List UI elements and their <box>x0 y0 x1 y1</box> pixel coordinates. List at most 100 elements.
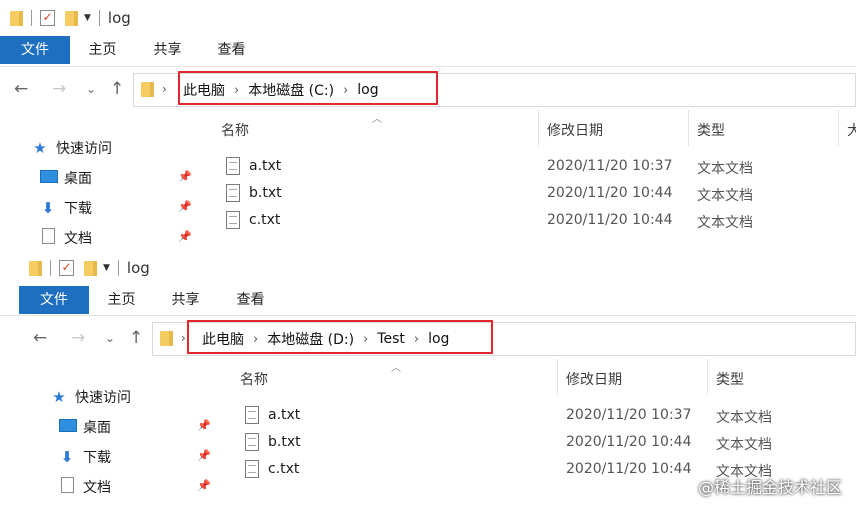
file-row[interactable]: c.txt <box>226 211 280 229</box>
column-header-date[interactable]: 修改日期 <box>547 120 603 140</box>
new-folder-icon[interactable] <box>65 10 78 26</box>
nav-item-label: 下载 <box>64 201 92 217</box>
nav-item-documents[interactable]: 文档 <box>59 477 111 497</box>
column-header-name[interactable]: 名称 <box>221 120 249 140</box>
file-name: b.txt <box>268 434 301 450</box>
back-arrow-icon[interactable]: ← <box>33 328 47 348</box>
customize-dropdown-icon[interactable]: ▼ <box>103 263 110 273</box>
pin-icon[interactable]: 📌 <box>197 479 211 492</box>
tab-view[interactable]: 查看 <box>204 36 259 64</box>
document-icon <box>60 477 74 493</box>
text-file-icon <box>245 406 259 424</box>
text-file-icon <box>226 211 240 229</box>
download-arrow-icon: ⬇ <box>41 199 55 217</box>
file-name: c.txt <box>249 212 281 228</box>
column-divider[interactable] <box>707 359 708 395</box>
properties-check-icon[interactable]: ✓ <box>40 10 55 26</box>
file-type: 文本文档 <box>716 437 772 453</box>
column-header-name[interactable]: 名称 <box>240 369 268 389</box>
folder-icon <box>141 82 154 97</box>
file-date: 2020/11/20 10:44 <box>547 185 673 201</box>
highlight-box <box>178 71 438 105</box>
desktop-icon <box>59 418 77 432</box>
text-file-icon <box>245 460 259 478</box>
tab-home[interactable]: 主页 <box>94 286 149 314</box>
ribbon-tabs: 文件 主页 共享 查看 <box>0 36 856 64</box>
nav-item-label: 快速访问 <box>56 141 112 157</box>
file-name: a.txt <box>249 158 282 174</box>
pin-icon[interactable]: 📌 <box>178 170 192 183</box>
tab-file[interactable]: 文件 <box>0 36 70 64</box>
file-row[interactable]: b.txt <box>226 184 282 202</box>
nav-item-label: 文档 <box>64 231 92 247</box>
file-date: 2020/11/20 10:44 <box>566 434 692 450</box>
file-row[interactable]: a.txt <box>245 406 300 424</box>
toolbar-separator <box>98 10 100 26</box>
column-divider[interactable] <box>557 359 558 395</box>
column-divider[interactable] <box>538 110 539 146</box>
navigation-pane: ★ 快速访问 桌面 📌 ⬇ 下载 📌 文档 📌 <box>32 138 202 250</box>
file-type: 文本文档 <box>697 215 753 231</box>
forward-arrow-icon[interactable]: → <box>71 328 85 348</box>
toolbar-separator <box>31 10 32 26</box>
tab-share[interactable]: 共享 <box>140 36 195 64</box>
nav-item-desktop[interactable]: 桌面 <box>40 168 92 188</box>
ribbon-tabs: 文件 主页 共享 查看 <box>0 286 856 314</box>
nav-item-downloads[interactable]: ⬇ 下载 <box>40 198 92 218</box>
quick-access-toolbar: ✓ ▼ log <box>10 0 131 36</box>
tab-share[interactable]: 共享 <box>158 286 213 314</box>
file-type: 文本文档 <box>697 188 753 204</box>
explorer-window-c-drive: ✓ ▼ log 文件 主页 共享 查看 ← → ⌄ ↑ › 此电脑 › 本地磁盘… <box>0 0 856 250</box>
column-divider[interactable] <box>688 110 689 146</box>
up-arrow-icon[interactable]: ↑ <box>129 328 143 348</box>
nav-item-quick-access[interactable]: ★ 快速访问 <box>51 387 131 407</box>
properties-check-icon[interactable]: ✓ <box>59 260 74 276</box>
text-file-icon <box>226 157 240 175</box>
text-file-icon <box>226 184 240 202</box>
sort-ascending-caret-icon: ︿ <box>372 114 382 125</box>
file-type: 文本文档 <box>716 410 772 426</box>
chevron-right-icon: › <box>162 82 167 96</box>
tab-file[interactable]: 文件 <box>19 286 89 314</box>
file-row[interactable]: a.txt <box>226 157 281 175</box>
tab-view[interactable]: 查看 <box>223 286 278 314</box>
folder-icon <box>160 331 173 346</box>
nav-item-label: 文档 <box>83 480 111 496</box>
nav-item-downloads[interactable]: ⬇ 下载 <box>59 447 111 467</box>
new-folder-icon[interactable] <box>84 260 97 276</box>
up-arrow-icon[interactable]: ↑ <box>110 79 124 99</box>
file-row[interactable]: c.txt <box>245 460 299 478</box>
forward-arrow-icon[interactable]: → <box>52 79 66 99</box>
nav-item-documents[interactable]: 文档 <box>40 228 92 248</box>
file-date: 2020/11/20 10:37 <box>547 158 673 174</box>
pin-icon[interactable]: 📌 <box>178 200 192 213</box>
watermark: @稀土掘金技术社区 <box>697 478 842 497</box>
column-header-type[interactable]: 类型 <box>716 369 744 389</box>
document-icon <box>41 228 55 244</box>
nav-item-quick-access[interactable]: ★ 快速访问 <box>32 138 112 158</box>
column-divider[interactable] <box>838 110 839 146</box>
column-header-size[interactable]: 大 <box>847 120 856 140</box>
desktop-icon <box>40 169 58 183</box>
explorer-window-d-drive: ✓ ▼ log 文件 主页 共享 查看 ← → ⌄ ↑ › 此电脑 › 本地磁盘… <box>0 250 856 512</box>
file-row[interactable]: b.txt <box>245 433 301 451</box>
file-name: c.txt <box>268 461 300 477</box>
nav-item-desktop[interactable]: 桌面 <box>59 417 111 437</box>
file-name: a.txt <box>268 407 301 423</box>
nav-item-label: 下载 <box>83 450 111 466</box>
toolbar-separator <box>117 260 119 276</box>
pin-icon[interactable]: 📌 <box>178 230 192 243</box>
folder-icon <box>10 10 23 26</box>
tab-home[interactable]: 主页 <box>75 36 130 64</box>
customize-dropdown-icon[interactable]: ▼ <box>84 13 91 23</box>
column-header-type[interactable]: 类型 <box>697 120 725 140</box>
star-icon: ★ <box>52 388 66 406</box>
toolbar-separator <box>50 260 51 276</box>
sort-ascending-caret-icon: ︿ <box>391 363 401 374</box>
recent-locations-chevron-icon[interactable]: ⌄ <box>105 331 115 345</box>
column-header-date[interactable]: 修改日期 <box>566 369 622 389</box>
pin-icon[interactable]: 📌 <box>197 449 211 462</box>
pin-icon[interactable]: 📌 <box>197 419 211 432</box>
recent-locations-chevron-icon[interactable]: ⌄ <box>86 82 96 96</box>
back-arrow-icon[interactable]: ← <box>14 79 28 99</box>
